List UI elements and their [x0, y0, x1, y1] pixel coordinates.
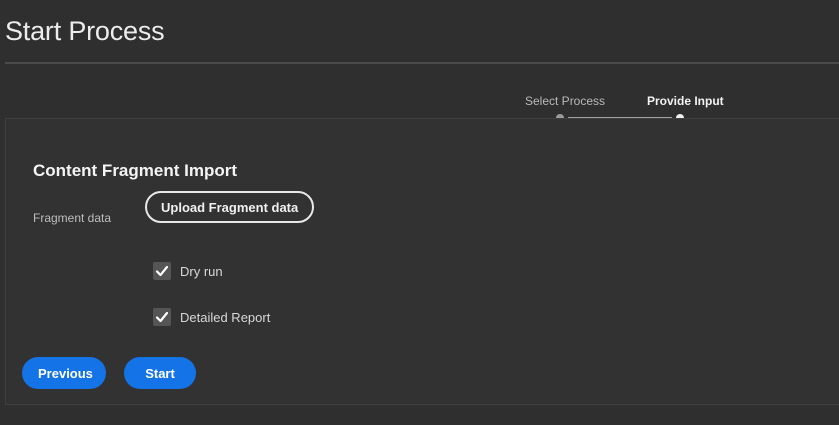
fragment-data-label: Fragment data: [33, 211, 112, 225]
checkbox-box[interactable]: [153, 262, 171, 280]
section-title: Content Fragment Import: [33, 161, 237, 180]
page-title: Start Process: [5, 16, 165, 46]
checkbox-box[interactable]: [153, 308, 171, 326]
detailed-report-label: Detailed Report: [180, 309, 271, 325]
step-label-select-process[interactable]: Select Process: [525, 94, 605, 108]
form-panel: Content Fragment Import Fragment data Up…: [5, 118, 839, 405]
dry-run-label: Dry run: [180, 263, 223, 279]
upload-fragment-button[interactable]: Upload Fragment data: [145, 191, 315, 223]
checkmark-icon: [155, 265, 169, 277]
dry-run-checkbox[interactable]: Dry run: [153, 262, 223, 280]
start-button[interactable]: Start: [124, 357, 196, 389]
detailed-report-checkbox[interactable]: Detailed Report: [153, 308, 270, 326]
checkmark-icon: [155, 311, 169, 323]
previous-button[interactable]: Previous: [22, 357, 106, 389]
title-divider: [5, 62, 839, 64]
step-label-provide-input: Provide Input: [647, 94, 724, 108]
